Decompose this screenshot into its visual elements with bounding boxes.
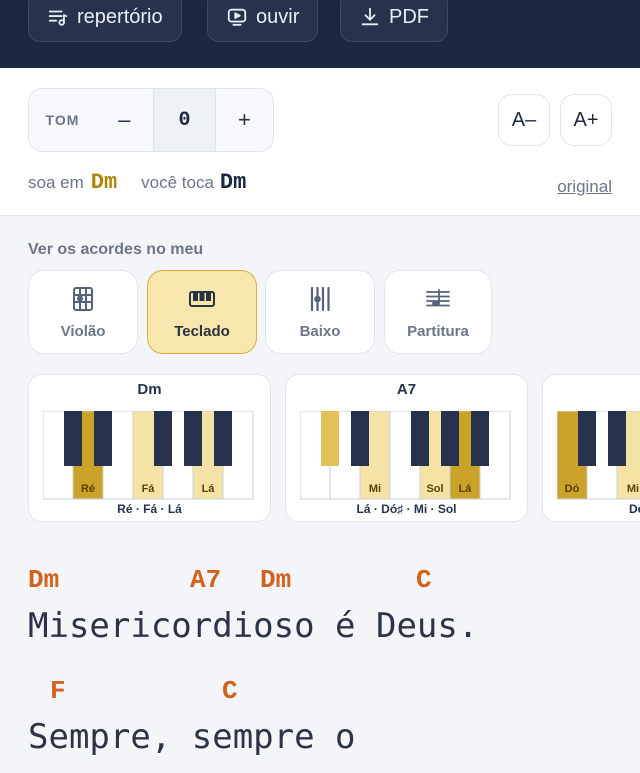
- chord-name: Dm: [137, 381, 162, 398]
- tone-panel: TOM – 0 + A– A+ soa em Dm você toca Dm o…: [0, 68, 640, 216]
- key-label: Mi: [369, 483, 381, 495]
- chord-notes: Ré · Fá · Lá: [117, 502, 182, 516]
- guitar-grid-icon: [73, 286, 93, 311]
- repertoire-label: repertório: [77, 5, 163, 28]
- chord-notes: Lá · Dó♯ · Mi · Sol: [356, 502, 457, 516]
- top-bar: repertório ouvir PDF: [0, 0, 640, 68]
- key-label: Fá: [142, 483, 156, 495]
- piano-diagram: Mi Sol Lá: [300, 411, 511, 500]
- sounds-key: Dm: [90, 170, 118, 195]
- lyric-chord[interactable]: Dm: [28, 565, 59, 595]
- instrument-keyboard-button[interactable]: Teclado: [147, 270, 257, 354]
- chord-card-dm[interactable]: Dm Ré Fá Lá Ré · Fá · Lá: [28, 374, 271, 522]
- bass-strings-icon: [310, 286, 330, 311]
- font-smaller-button[interactable]: A–: [498, 94, 550, 146]
- lyric-chord[interactable]: C: [222, 676, 238, 706]
- key-label: Ré: [81, 483, 95, 495]
- chord-notes: Dó: [629, 502, 640, 516]
- lyric-line: Sempre, sempre o: [28, 717, 356, 757]
- list-music-icon: [48, 10, 68, 26]
- font-larger-button[interactable]: A+: [560, 94, 612, 146]
- lyric-chord[interactable]: Dm: [260, 565, 291, 595]
- repertoire-button[interactable]: repertório: [28, 0, 182, 42]
- lyric-chord[interactable]: A7: [190, 565, 221, 595]
- instrument-guitar-button[interactable]: Violão: [28, 270, 138, 354]
- tone-label: TOM: [45, 112, 80, 128]
- instrument-sheet-label: Partitura: [407, 322, 469, 340]
- chord-card-a7[interactable]: A7 Mi Sol Lá Lá · Dó♯ · Mi · Sol: [285, 374, 528, 522]
- chord-card-c[interactable]: Dó Mi Dó: [542, 374, 640, 522]
- instrument-sheet-button[interactable]: Partitura: [384, 270, 492, 354]
- lyric-line: Misericordioso é Deus.: [28, 606, 479, 646]
- lyric-chord[interactable]: F: [50, 676, 66, 706]
- play-screen-icon: [227, 8, 247, 26]
- transpose-control: TOM – 0 +: [28, 88, 274, 152]
- transpose-down-button[interactable]: –: [95, 89, 153, 151]
- pdf-button[interactable]: PDF: [340, 0, 448, 42]
- staff-icon: [426, 288, 450, 306]
- instrument-bass-button[interactable]: Baixo: [265, 270, 375, 354]
- key-label: Dó: [565, 483, 580, 495]
- sounds-label: soa em: [28, 173, 84, 192]
- key-label: Mi: [627, 483, 639, 495]
- pdf-label: PDF: [389, 5, 429, 28]
- original-key-link[interactable]: original: [557, 177, 612, 197]
- lyric-chord[interactable]: C: [416, 565, 432, 595]
- piano-diagram: Dó Mi: [557, 411, 640, 500]
- play-label: você toca: [141, 173, 214, 192]
- listen-label: ouvir: [256, 5, 300, 28]
- listen-button[interactable]: ouvir: [207, 0, 319, 42]
- chord-name: A7: [396, 381, 417, 398]
- key-info: soa em Dm você toca Dm: [28, 170, 246, 195]
- play-key: Dm: [219, 170, 247, 195]
- transpose-up-button[interactable]: +: [215, 89, 273, 151]
- transpose-value: 0: [152, 89, 216, 151]
- instrument-bass-label: Baixo: [299, 322, 341, 340]
- piano-diagram: Ré Fá Lá: [43, 411, 254, 500]
- keyboard-icon: [189, 290, 215, 307]
- instruments-title: Ver os acordes no meu: [28, 241, 204, 258]
- key-label: Lá: [202, 483, 216, 495]
- instrument-guitar-label: Violão: [60, 322, 106, 340]
- key-label: Sol: [426, 483, 443, 495]
- download-icon: [361, 7, 379, 26]
- instrument-keyboard-label: Teclado: [174, 322, 230, 340]
- key-label: Lá: [459, 483, 473, 495]
